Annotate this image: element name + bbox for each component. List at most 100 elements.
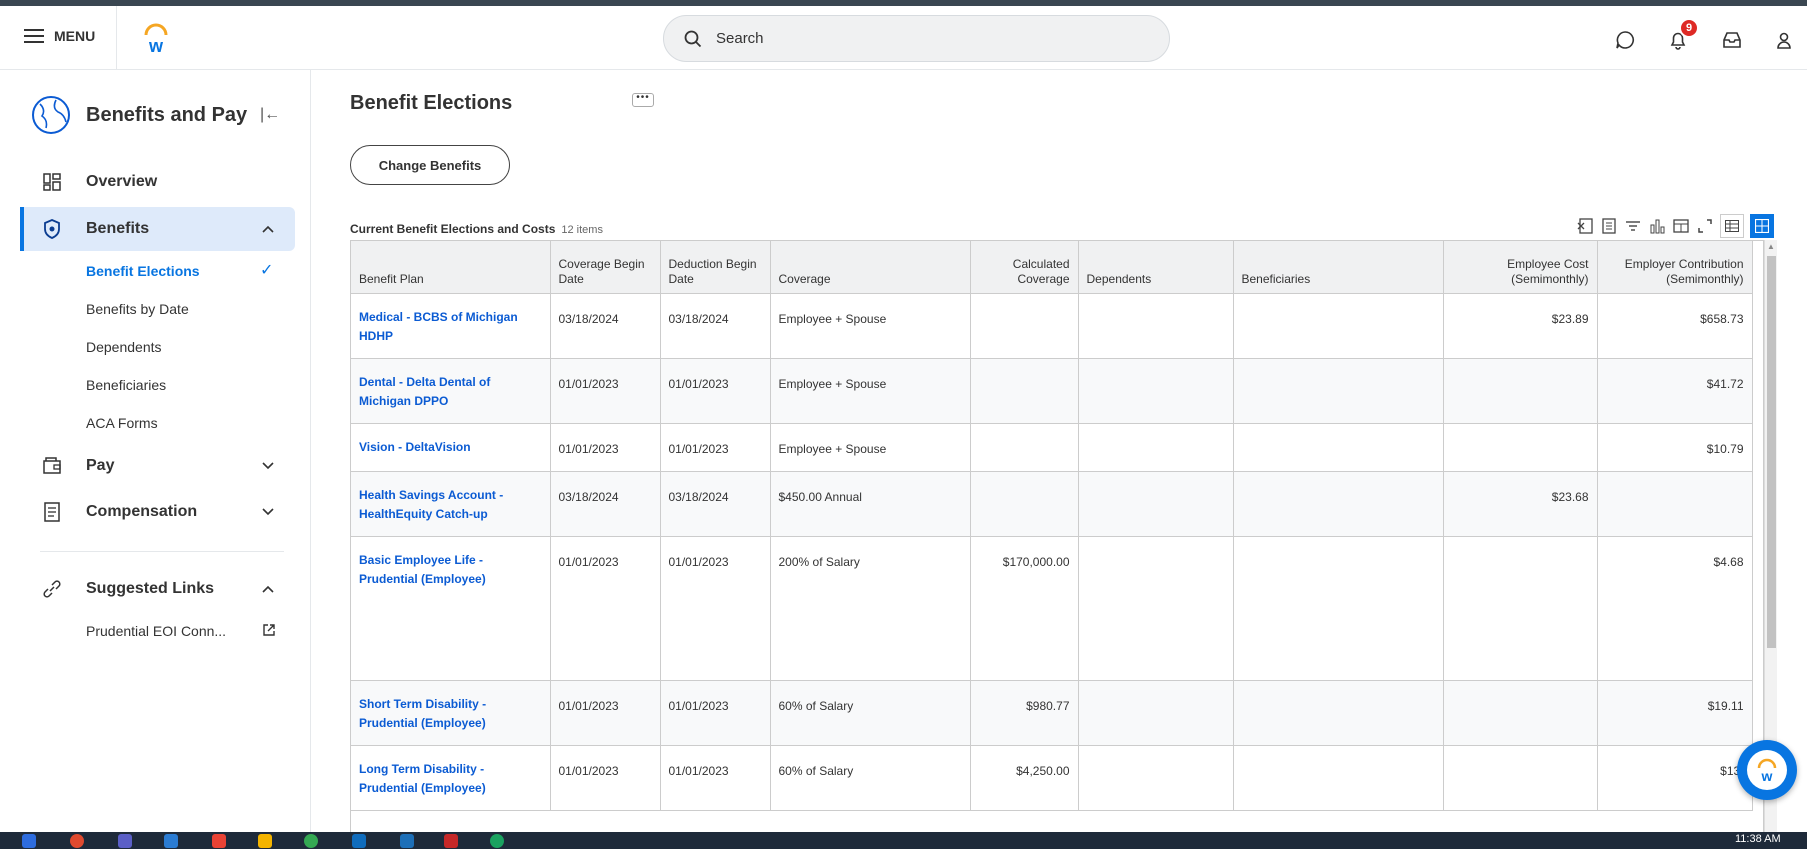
scrollbar-thumb[interactable] <box>1767 256 1776 648</box>
benefit-plan-link[interactable]: Basic Employee Life - Prudential (Employ… <box>351 536 551 681</box>
benefit-plan-link[interactable]: Short Term Disability - Prudential (Empl… <box>351 680 551 746</box>
column-header[interactable]: Benefit Plan <box>351 241 551 294</box>
svg-text:w: w <box>1761 768 1773 784</box>
calculated-coverage <box>970 358 1079 424</box>
app-icon[interactable] <box>490 834 504 848</box>
calculated-coverage: $170,000.00 <box>970 536 1079 681</box>
benefit-plan-link[interactable]: Medical - BCBS of Michigan HDHP <box>351 293 551 359</box>
profile-icon[interactable] <box>1772 28 1796 52</box>
search-input[interactable]: Search <box>663 15 1170 62</box>
chrome-icon[interactable] <box>70 834 84 848</box>
workday-assistant-button[interactable]: w <box>1737 740 1797 800</box>
chevron-up-icon <box>260 221 276 237</box>
dependents <box>1078 293 1234 359</box>
grid-title-text: Current Benefit Elections and Costs <box>350 222 556 236</box>
browser-icon[interactable] <box>304 834 318 848</box>
app-icon[interactable] <box>400 834 414 848</box>
menu-button[interactable]: MENU <box>24 28 95 44</box>
page-title: Benefit Elections <box>350 92 513 114</box>
chevron-down-icon <box>260 458 276 474</box>
coverage: 60% of Salary <box>770 745 971 811</box>
checkmark-icon: ✓ <box>260 262 274 279</box>
wallet-icon <box>40 454 64 478</box>
table-row: Long Term Disability - Prudential (Emplo… <box>351 745 1753 811</box>
coverage-begin-date: 01/01/2023 <box>550 680 661 746</box>
sidebar-item-overview[interactable]: Overview <box>0 160 295 204</box>
app-icon[interactable] <box>212 834 226 848</box>
grid-item-count: 12 items <box>561 224 603 236</box>
column-header[interactable]: Employer Contribution (Semimonthly) <box>1597 241 1753 294</box>
chart-icon[interactable] <box>1648 217 1666 235</box>
table-row: Health Savings Account - HealthEquity Ca… <box>351 471 1753 537</box>
employee-cost <box>1443 536 1598 681</box>
grid-toolbar <box>1576 214 1774 238</box>
sidebar-subitem-dependents[interactable]: Dependents <box>86 339 162 355</box>
benefit-elections-table: Benefit Plan Coverage Begin Date Deducti… <box>351 241 1753 811</box>
table-row: Basic Employee Life - Prudential (Employ… <box>351 536 1753 681</box>
sidebar-item-pay[interactable]: Pay <box>0 444 295 488</box>
export-excel-icon[interactable] <box>1576 217 1594 235</box>
calculated-coverage: $4,250.00 <box>970 745 1079 811</box>
inbox-icon[interactable] <box>1720 28 1744 52</box>
change-benefits-button[interactable]: Change Benefits <box>350 145 510 185</box>
deduction-begin-date: 03/18/2024 <box>660 471 771 537</box>
export-pdf-icon[interactable] <box>1600 217 1618 235</box>
table-row: Dental - Delta Dental of Michigan DPPO 0… <box>351 358 1753 424</box>
document-icon <box>40 500 64 524</box>
sidebar-subitem-benefit-elections[interactable]: Benefit Elections <box>86 263 200 279</box>
employee-cost <box>1443 358 1598 424</box>
columns-icon[interactable] <box>1672 217 1690 235</box>
deduction-begin-date: 01/01/2023 <box>660 358 771 424</box>
column-header[interactable]: Coverage <box>770 241 971 294</box>
deduction-begin-date: 01/01/2023 <box>660 536 771 681</box>
os-taskbar: 11:38 AM <box>0 832 1807 849</box>
column-header[interactable]: Calculated Coverage <box>970 241 1079 294</box>
table-view-icon[interactable] <box>1720 214 1744 238</box>
sidebar-subitem-benefits-by-date[interactable]: Benefits by Date <box>86 301 189 317</box>
svg-text:w: w <box>148 36 164 54</box>
workday-logo-icon[interactable]: w <box>140 22 172 54</box>
related-actions-button[interactable]: ••• <box>632 93 654 107</box>
sidebar-item-suggested-links[interactable]: Suggested Links <box>0 567 295 611</box>
chat-icon[interactable] <box>1613 28 1637 52</box>
fullscreen-icon[interactable] <box>1696 217 1714 235</box>
employer-contribution: $4.68 <box>1597 536 1753 681</box>
grid-view-icon[interactable] <box>1750 214 1774 238</box>
search-icon <box>684 30 702 47</box>
notification-count-badge: 9 <box>1679 18 1699 38</box>
sidebar-item-compensation[interactable]: Compensation <box>0 490 295 534</box>
external-link-icon[interactable] <box>262 623 276 637</box>
scroll-up-arrow-icon[interactable]: ▲ <box>1767 242 1775 251</box>
benefit-plan-link[interactable]: Health Savings Account - HealthEquity Ca… <box>351 471 551 537</box>
word-icon[interactable] <box>164 834 178 848</box>
hamburger-icon <box>24 29 44 43</box>
suggested-link-prudential-eoi[interactable]: Prudential EOI Conn... <box>86 623 226 639</box>
acrobat-icon[interactable] <box>444 834 458 848</box>
column-header[interactable]: Deduction Begin Date <box>660 241 771 294</box>
column-header[interactable]: Employee Cost (Semimonthly) <box>1443 241 1598 294</box>
table-header-row: Benefit Plan Coverage Begin Date Deducti… <box>351 241 1753 294</box>
coverage: 60% of Salary <box>770 680 971 746</box>
benefit-plan-link[interactable]: Dental - Delta Dental of Michigan DPPO <box>351 358 551 424</box>
beneficiaries <box>1233 745 1444 811</box>
folder-icon[interactable] <box>258 834 272 848</box>
employee-cost <box>1443 745 1598 811</box>
start-icon[interactable] <box>22 834 36 848</box>
column-header[interactable]: Dependents <box>1078 241 1234 294</box>
sidebar-subitem-aca-forms[interactable]: ACA Forms <box>86 415 158 431</box>
teams-icon[interactable] <box>118 834 132 848</box>
filter-icon[interactable] <box>1624 217 1642 235</box>
benefit-plan-link[interactable]: Vision - DeltaVision <box>351 423 551 472</box>
column-header[interactable]: Beneficiaries <box>1233 241 1444 294</box>
employer-contribution: $658.73 <box>1597 293 1753 359</box>
dependents <box>1078 358 1234 424</box>
sidebar-item-benefits[interactable]: Benefits <box>20 207 295 251</box>
collapse-sidebar-icon[interactable]: |← <box>260 106 280 124</box>
beneficiaries <box>1233 471 1444 537</box>
column-header[interactable]: Coverage Begin Date <box>550 241 661 294</box>
employee-cost <box>1443 423 1598 472</box>
benefit-plan-link[interactable]: Long Term Disability - Prudential (Emplo… <box>351 745 551 811</box>
coverage: Employee + Spouse <box>770 358 971 424</box>
sidebar-subitem-beneficiaries[interactable]: Beneficiaries <box>86 377 166 393</box>
outlook-icon[interactable] <box>352 834 366 848</box>
